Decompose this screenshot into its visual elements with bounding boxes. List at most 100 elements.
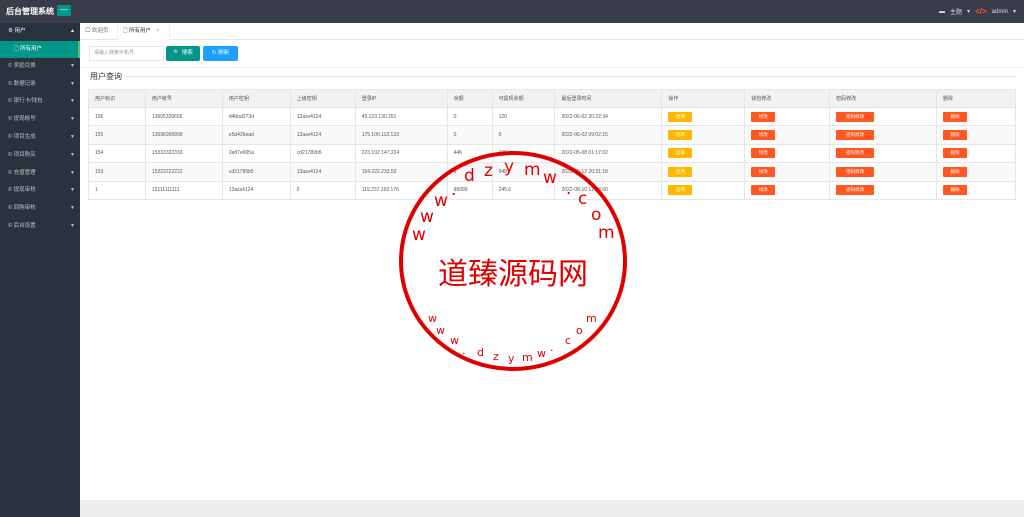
tab-label: 欢迎页	[91, 28, 109, 34]
sidebar-item-label: 回购审核	[13, 205, 36, 212]
cell-withdrawable: 120	[491, 106, 556, 127]
wallet-edit-button[interactable]: 修改	[751, 148, 776, 159]
table-row: 156 13605326656 d4bbd273d 13asx4124 45.123.1…	[88, 106, 1016, 127]
chevron-down-icon: ▼	[70, 80, 75, 87]
cell-id: 154	[88, 143, 146, 164]
password-edit-button[interactable]: 密码修改	[836, 130, 875, 141]
chevron-down-icon: ▼	[70, 62, 75, 69]
sidebar-item-bank-card[interactable]: © 银行卡/钱包 ▼	[0, 93, 80, 111]
item-icon: ©	[8, 151, 13, 158]
sidebar-item-label: 后台设置	[13, 222, 36, 229]
refresh-button[interactable]: ↻ 刷新	[203, 46, 238, 61]
delete-button[interactable]: 删除	[943, 130, 968, 141]
sidebar-item-label: 充值管理	[13, 169, 36, 176]
sidebar-item-data-records[interactable]: © 数据记录 ▼	[0, 76, 80, 94]
cell-account: 15111111111	[144, 180, 223, 200]
sidebar-item-project-generate[interactable]: © 项目生成 ▼	[0, 129, 80, 147]
password-edit-button[interactable]: 密码修改	[836, 148, 875, 159]
top-right-area: ▬ 主题 ▾ </> admin ▾	[939, 7, 1016, 16]
cell-action: 启用	[661, 106, 746, 127]
user-menu[interactable]: admin	[992, 9, 1008, 15]
cell-ip: 175.100.112.133	[354, 125, 448, 145]
users-table: 用户标识 用户帐号 用户密钥 上级密钥 登录IP 余额 可提现余额 最后登录时间…	[88, 89, 1016, 200]
search-input[interactable]: 请输入搜索手机号	[89, 46, 164, 61]
col-header[interactable]: 最后登录时间	[554, 89, 663, 108]
sidebar-subitem-label: 所有用户	[19, 45, 42, 52]
cell-withdrawable: 0	[491, 125, 556, 145]
col-header[interactable]: 余额	[446, 89, 493, 108]
cell-account: 13605326656	[144, 106, 223, 127]
sidebar-item-recharge[interactable]: © 充值管理 ▼	[0, 165, 80, 183]
sidebar-item-label: 提现审核	[13, 187, 36, 194]
sidebar-item-label: 项目生成	[13, 133, 36, 140]
enable-button[interactable]: 启用	[668, 148, 693, 159]
cell-last-login: 2022-05-08 01:17:02	[554, 143, 663, 164]
col-header[interactable]: 密码修改	[829, 89, 938, 108]
sidebar-item-users[interactable]: ⚙ 用户 ▲	[0, 23, 80, 41]
col-header[interactable]: 上级密钥	[289, 89, 356, 108]
wallet-edit-button[interactable]: 修改	[751, 130, 776, 141]
theme-menu[interactable]: 主题	[950, 7, 962, 16]
enable-button[interactable]: 启用	[668, 111, 693, 122]
cell-action: 密码修改	[829, 162, 938, 182]
delete-button[interactable]: 删除	[943, 166, 968, 177]
tab-welcome[interactable]: 🖵 欢迎页	[80, 23, 118, 40]
cell-action: 删除	[936, 180, 1016, 200]
cell-withdrawable: 948	[491, 162, 556, 182]
col-header[interactable]: 可提现余额	[491, 89, 556, 108]
col-header[interactable]: 删除	[936, 89, 1016, 108]
cell-parent-key: 13asx4124	[289, 125, 356, 145]
tab-all-users[interactable]: 🗋 所有用户 ×	[118, 23, 170, 40]
col-header[interactable]: 操作	[661, 89, 746, 108]
sidebar-item-buyback-review[interactable]: © 回购审核 ▼	[0, 200, 80, 218]
chevron-down-icon: ▼	[70, 169, 75, 176]
wallet-edit-button[interactable]: 修改	[751, 185, 776, 196]
col-header[interactable]: 登录IP	[354, 89, 448, 108]
cell-action: 删除	[936, 162, 1016, 182]
cell-account: 15222222222	[144, 162, 223, 182]
wallet-edit-button[interactable]: 修改	[751, 166, 776, 177]
password-edit-button[interactable]: 密码修改	[836, 185, 875, 196]
menu-toggle-button[interactable]: —	[57, 5, 71, 16]
col-header[interactable]: 用户帐号	[144, 89, 223, 108]
sidebar-item-withdraw-review[interactable]: © 提现审核 ▼	[0, 182, 80, 200]
cell-balance: 446	[446, 143, 493, 164]
cell-withdrawable: 100	[491, 143, 556, 164]
sidebar-item-withdraw-account[interactable]: © 提现帐号 ▼	[0, 111, 80, 129]
enable-button[interactable]: 启用	[668, 166, 693, 177]
gear-icon: ⚙	[8, 28, 13, 34]
cell-key: d4bbd273d	[221, 106, 291, 127]
cell-ip: 154.222.233.53	[354, 162, 448, 182]
chevron-down-icon[interactable]: ▾	[1013, 8, 1016, 15]
enable-button[interactable]: 启用	[668, 185, 693, 196]
delete-button[interactable]: 删除	[943, 185, 968, 196]
cell-key: 13asx4124	[221, 180, 291, 200]
col-header[interactable]: 钱包修改	[744, 89, 831, 108]
enable-button[interactable]: 启用	[668, 130, 693, 141]
item-icon: ©	[8, 169, 13, 176]
password-edit-button[interactable]: 密码修改	[836, 111, 875, 122]
item-icon: ©	[8, 98, 13, 105]
sidebar-item-reward-exchange[interactable]: © 奖励兑换 ▼	[0, 58, 80, 76]
col-header[interactable]: 用户标识	[88, 89, 146, 108]
cell-last-login: 2022-08-10 12:18:00	[554, 180, 663, 200]
search-button[interactable]: 🔍 搜索	[166, 46, 200, 61]
delete-button[interactable]: 删除	[943, 148, 968, 159]
cell-id: 153	[88, 162, 146, 182]
chevron-down-icon[interactable]: ▾	[967, 8, 970, 15]
delete-button[interactable]: 删除	[943, 111, 968, 122]
col-header[interactable]: 用户密钥	[221, 89, 291, 108]
close-icon[interactable]: ×	[156, 28, 159, 34]
cell-action: 密码修改	[829, 180, 938, 200]
sidebar-item-label: 奖励兑换	[13, 62, 36, 69]
sidebar-item-label: 提现帐号	[13, 116, 36, 123]
cell-balance: 99999	[446, 180, 493, 200]
wallet-edit-button[interactable]: 修改	[751, 111, 776, 122]
chevron-up-icon: ▲	[70, 28, 75, 34]
password-edit-button[interactable]: 密码修改	[836, 166, 875, 177]
sidebar: ⚙ 用户 ▲ 🗋 所有用户 © 奖励兑换 ▼ © 数据记录 ▼ © 银行卡/钱包 ▼ …	[0, 23, 80, 517]
sidebar-item-settings[interactable]: © 后台设置 ▼	[0, 218, 80, 236]
sidebar-item-project-purchase[interactable]: © 项目购买 ▼	[0, 147, 80, 165]
main-content: 请输入搜索手机号 🔍 搜索 ↻ 刷新 用户查询 用户标识 用户帐号 用户密钥 上…	[80, 40, 1024, 500]
sidebar-subitem-all-users[interactable]: 🗋 所有用户	[0, 40, 80, 58]
